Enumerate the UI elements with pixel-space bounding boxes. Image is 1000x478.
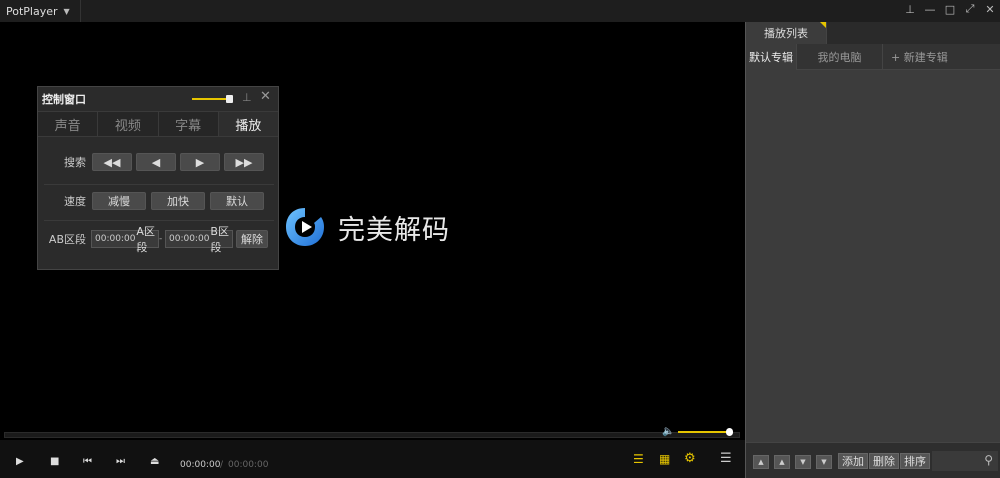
title-bar: PotPlayer ▼ ⊥ — □ ⤢ ✕ [0,0,1000,22]
playlist-tab-label: 播放列表 [764,27,808,40]
subtab-my-computer[interactable]: 我的电脑 [796,44,882,70]
playlist-panel: 播放列表 默认专辑 我的电脑 + 新建专辑 ▲ ▲ ▼ ▼ 添加 删除 排序 ⚲ [745,22,1000,478]
menu-icon[interactable]: ☰ [720,451,732,466]
forward-fast-icon: ▶▶ [235,155,253,169]
ab-b-field[interactable]: 00:00:00 B区段 [165,225,233,254]
next-icon[interactable]: ⏭ [116,456,125,467]
speed-up-button[interactable]: 加快 [151,192,205,210]
add-button[interactable]: 添加 [838,453,868,469]
tab-video[interactable]: 视频 [98,112,159,136]
fullscreen-icon[interactable]: ⤢ [960,0,980,18]
search-label: 搜索 [64,156,86,169]
rewind-fast-button[interactable]: ◀◀ [92,153,132,171]
default-speed-button[interactable]: 默认 [210,192,264,210]
maximize-icon[interactable]: □ [940,0,960,18]
subtab-new-album[interactable]: + 新建专辑 [882,44,1000,70]
close-icon[interactable]: ✕ [980,0,1000,18]
logo-text: 完美解码 [338,214,450,246]
playlist-subtabs: 默认专辑 我的电脑 + 新建专辑 [746,44,1000,70]
playlist-tabs: 播放列表 [746,22,1000,44]
stop-icon[interactable]: ■ [50,456,59,467]
control-window-header[interactable]: 控制窗口 ⊥ ✕ [38,87,278,111]
app-menu-button[interactable]: PotPlayer ▼ [0,0,81,22]
tab-audio[interactable]: 声音 [38,112,99,136]
volume-knob[interactable] [726,428,733,436]
delete-button[interactable]: 删除 [869,453,899,469]
search-row: 搜索 ◀◀ ◀ ▶ ▶▶ [38,144,278,180]
ab-row: AB区段 00:00:00 A区段 - 00:00:00 B区段 解除 [38,221,278,257]
step-back-icon: ◀ [151,155,161,169]
ab-clear-button[interactable]: 解除 [236,230,268,248]
total-time: 00:00:00 [228,460,269,470]
logo-icon [286,208,324,246]
opacity-slider[interactable] [192,95,233,103]
move-up-button[interactable]: ▲ [774,455,790,469]
search-subtitle-icon[interactable]: ☰ [633,452,644,466]
pin-icon[interactable]: ⊥ [900,0,920,18]
speed-label: 速度 [64,195,86,208]
move-down-icon: ▼ [800,458,806,466]
current-time: 00:00:00 [180,460,221,470]
control-tabs: 声音 视频 字幕 播放 [38,111,278,137]
time-separator: / [220,460,224,470]
previous-icon[interactable]: ⏮ [83,456,92,467]
ab-b-label: B区段 [210,225,229,254]
pin-icon[interactable]: ⊥ [242,91,252,104]
move-down-button[interactable]: ▼ [795,455,811,469]
move-bottom-button[interactable]: ▼ [816,455,832,469]
volume-slider[interactable] [678,428,733,436]
empty-tab [826,22,906,44]
ab-a-field[interactable]: 00:00:00 A区段 [91,225,159,254]
step-forward-icon: ▶ [195,155,205,169]
step-back-button[interactable]: ◀ [136,153,176,171]
control-window-title: 控制窗口 [42,93,86,106]
control-bar: ▶ ■ ⏮ ⏭ ⏏ 00:00:00 / 00:00:00 ☰ ▦ ⚙ ☰ [0,440,745,478]
move-up-icon: ▲ [779,458,785,466]
tab-playlist[interactable]: 播放列表 [746,22,826,44]
forward-fast-button[interactable]: ▶▶ [224,153,264,171]
control-window: 控制窗口 ⊥ ✕ 声音 视频 字幕 播放 搜索 ◀◀ ◀ ▶ ▶▶ 速度 减慢 … [37,86,279,270]
app-title: PotPlayer [6,4,58,18]
tab-subtitle[interactable]: 字幕 [158,112,219,136]
logo: 完美解码 [284,206,450,248]
subtab-default-album[interactable]: 默认专辑 [746,44,796,70]
speed-row: 速度 减慢 加快 默认 [38,183,278,219]
ab-label: AB区段 [48,233,86,246]
playlist-toggle-icon[interactable]: ▦ [659,452,670,466]
active-corner-marker [820,22,826,28]
ab-a-time: 00:00:00 [95,234,136,244]
move-top-button[interactable]: ▲ [753,455,769,469]
ab-b-time: 00:00:00 [169,234,210,244]
volume-icon[interactable]: 🔈 [662,426,674,437]
search-icon[interactable]: ⚲ [984,453,993,467]
play-icon[interactable]: ▶ [16,456,24,467]
playlist-search-field[interactable]: ⚲ [932,451,998,471]
tab-playback[interactable]: 播放 [218,112,278,136]
slow-down-button[interactable]: 减慢 [92,192,146,210]
close-icon[interactable]: ✕ [260,89,271,104]
ab-dash: - [159,234,163,244]
slider-knob[interactable] [226,95,233,103]
seek-bar[interactable] [4,432,740,438]
settings-icon[interactable]: ⚙ [684,451,696,466]
minimize-icon[interactable]: — [920,0,940,18]
playlist-list[interactable] [746,70,1000,442]
sort-button[interactable]: 排序 [900,453,930,469]
step-forward-button[interactable]: ▶ [180,153,220,171]
window-controls: ⊥ — □ ⤢ ✕ [900,0,1000,18]
move-top-icon: ▲ [758,458,764,466]
chevron-down-icon: ▼ [63,6,70,16]
move-bottom-icon: ▼ [821,458,827,466]
playlist-footer: ▲ ▲ ▼ ▼ 添加 删除 排序 ⚲ [746,442,1000,478]
eject-icon[interactable]: ⏏ [150,456,159,467]
ab-a-label: A区段 [136,225,155,254]
rewind-fast-icon: ◀◀ [103,155,121,169]
